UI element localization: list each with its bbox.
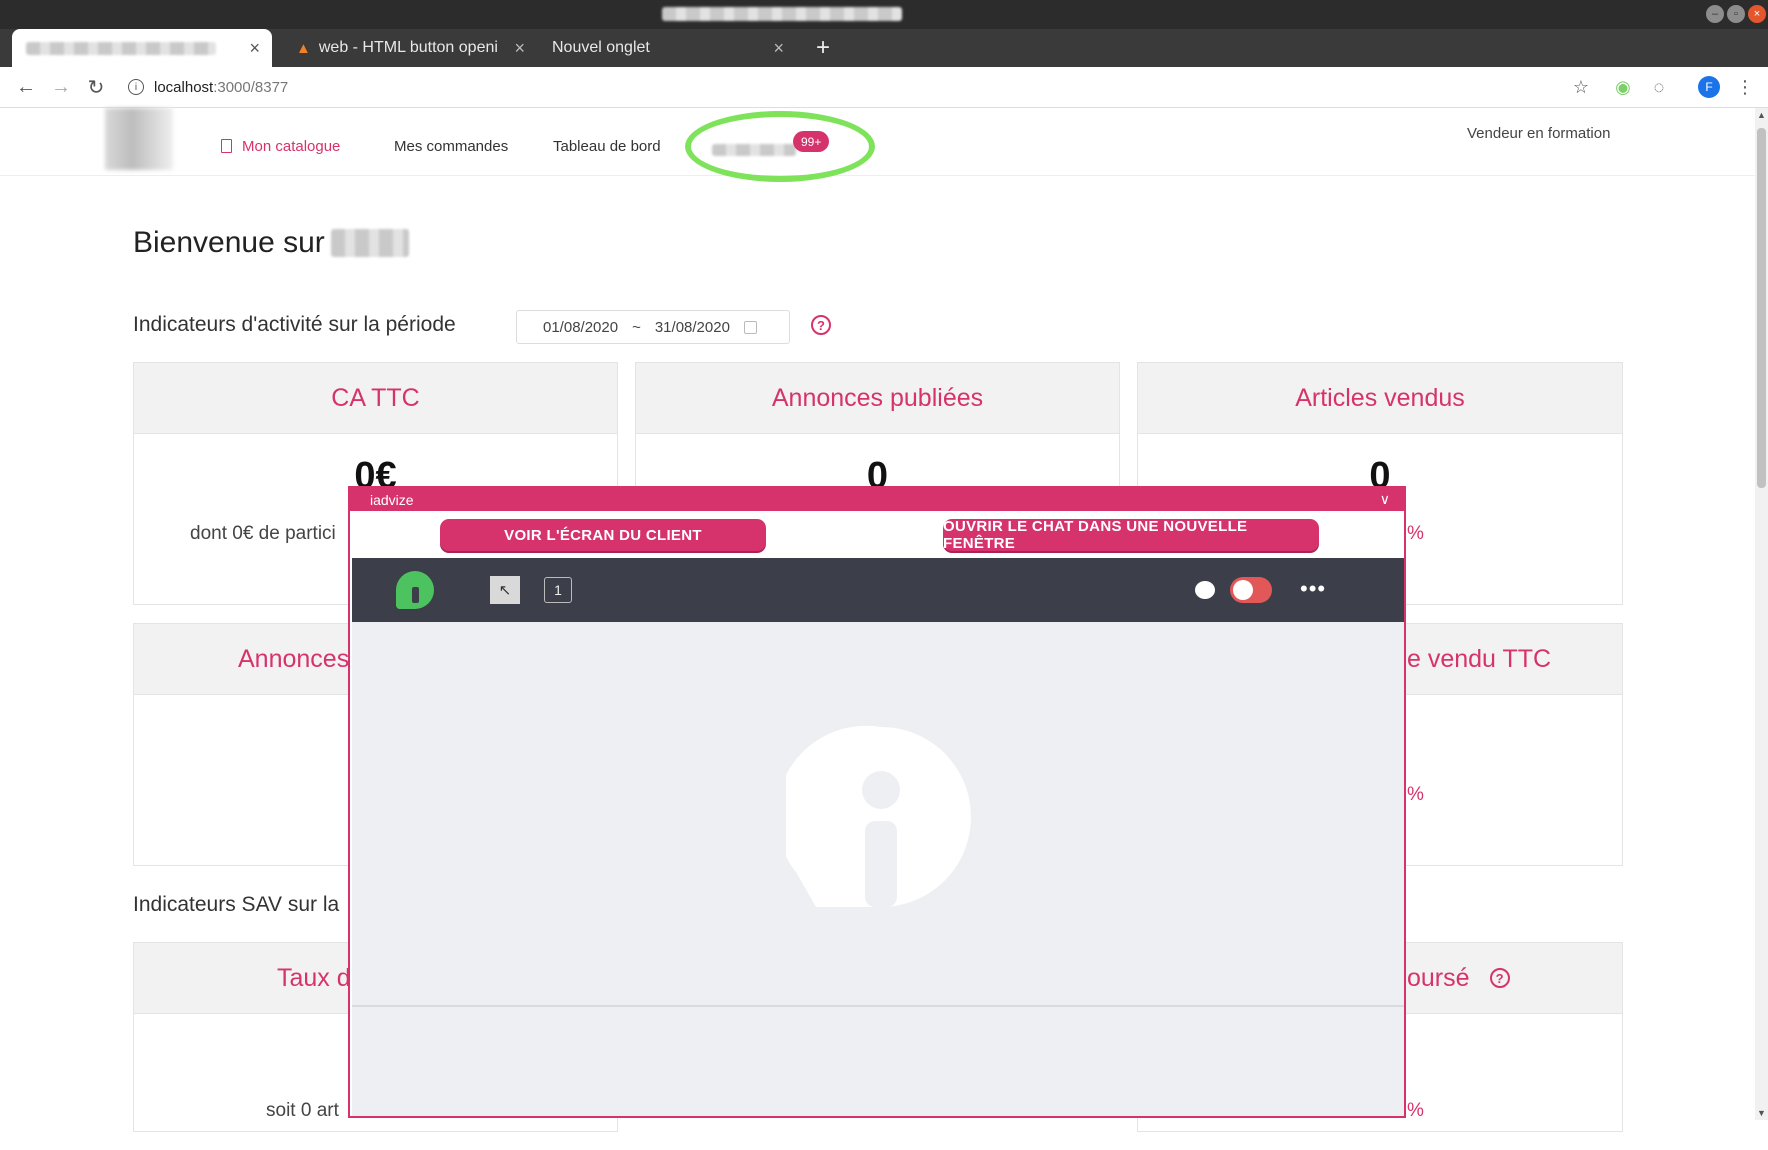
date-end[interactable]: 31/08/2020 [655,319,730,336]
calendar-icon[interactable] [743,320,757,334]
more-options-icon[interactable]: ••• [1300,576,1326,602]
nav-tableau-de-bord[interactable]: Tableau de bord [553,138,661,155]
date-separator: ~ [632,318,641,336]
profile-avatar[interactable]: F [1698,76,1720,98]
info-icon[interactable]: i [128,79,144,95]
back-icon[interactable]: ← [12,73,40,101]
reload-icon[interactable]: ↻ [82,73,110,101]
window-titlebar: – ▫ × [0,0,1768,29]
card-title: CA TTC [134,363,617,434]
scroll-up-icon[interactable]: ▲ [1755,108,1768,122]
close-tab-icon[interactable]: × [249,38,260,59]
cursor-icon[interactable]: ↖ [490,576,520,604]
ouvrir-chat-nouvelle-fenetre-button[interactable]: OUVRIR LE CHAT DANS UNE NOUVELLE FENÊTRE [943,518,1319,552]
window-title-blurred [662,7,902,21]
chevron-down-icon[interactable]: ∨ [1380,491,1390,508]
page: – ▫ × × ▲ web - HTML button openi × Nouv… [0,0,1768,1150]
site-name-blurred [330,229,409,257]
card-title-text: oursé [1407,963,1470,992]
sav-section-title: Indicateurs SAV sur la [133,893,340,916]
activity-section-title: Indicateurs d'activité sur la période [133,313,456,336]
site-logo[interactable] [105,108,173,170]
bookmark-star-icon[interactable]: ☆ [1569,75,1593,99]
annotation-highlight-ellipse [685,111,875,182]
iadvize-content [352,622,1404,1116]
iadvize-panel: iadvize ∨ VOIR L'ÉCRAN DU CLIENT OUVRIR … [348,486,1406,1118]
help-icon[interactable]: ? [811,315,831,335]
extension-icon-2[interactable]: ◌ [1647,75,1671,99]
welcome-text: Bienvenue sur [133,226,325,259]
close-window-icon[interactable]: × [1748,5,1766,23]
tab-html-button[interactable]: ▲ web - HTML button openi × [282,29,537,67]
card-subtext: soit 0 art [266,1100,339,1121]
card-title: Annonces publiées [636,363,1119,434]
close-tab-icon[interactable]: × [773,38,784,59]
tab-title: Nouvel onglet [552,39,650,56]
tab-current[interactable]: × [12,29,272,67]
date-range-picker[interactable]: 01/08/2020 ~ 31/08/2020 [516,310,790,344]
help-icon[interactable]: ? [1489,968,1510,988]
tab-strip: × ▲ web - HTML button openi × Nouvel ong… [0,29,1768,67]
page-title: Bienvenue sur [133,226,409,260]
extension-icon[interactable]: ◉ [1611,75,1635,99]
card-percent: % [1407,1100,1424,1121]
catalogue-icon [221,139,232,153]
chat-bubble-icon [1195,581,1215,599]
url-host: localhost [154,78,214,96]
seller-status: Vendeur en formation [1467,125,1611,142]
availability-toggle[interactable] [1230,577,1272,603]
nav-mon-catalogue[interactable]: Mon catalogue [221,138,340,155]
new-tab-button[interactable]: + [806,29,840,67]
page-scrollbar[interactable]: ▲ ▼ [1755,108,1768,1120]
url-path: :3000/8377 [213,78,289,96]
date-start[interactable]: 01/08/2020 [543,319,618,336]
browser-toolbar: ← → ↻ i localhost:3000/8377 ☆ ◉ ◌ F ⋮ [0,67,1768,108]
tab-title-blurred [26,41,216,55]
nav-label: Mon catalogue [242,138,341,155]
minimize-icon[interactable]: – [1706,5,1724,23]
stackoverflow-icon: ▲ [296,39,311,57]
nav-mes-commandes[interactable]: Mes commandes [394,138,508,155]
iadvize-panel-header[interactable]: iadvize ∨ [350,488,1404,511]
iadvize-watermark-icon [786,725,971,907]
card-title: Articles vendus [1138,363,1622,434]
menu-kebab-icon[interactable]: ⋮ [1733,75,1757,99]
site-header: Mon catalogue Mes commandes Tableau de b… [0,108,1755,176]
tab-new[interactable]: Nouvel onglet × [538,29,796,67]
iadvize-divider [352,1005,1404,1007]
card-percent: % [1407,784,1424,805]
scroll-thumb[interactable] [1757,128,1766,488]
tab-title: web - HTML button openi [318,39,498,56]
address-bar[interactable]: i localhost:3000/8377 [128,73,288,101]
card-subtext: dont 0€ de partici [190,523,336,544]
voir-ecran-client-button[interactable]: VOIR L'ÉCRAN DU CLIENT [440,519,766,551]
forward-icon[interactable]: → [47,73,75,101]
maximize-icon[interactable]: ▫ [1727,5,1745,23]
close-tab-icon[interactable]: × [514,38,525,59]
iadvize-logo-icon [396,571,434,609]
iadvize-title: iadvize [370,491,414,508]
iadvize-toolbar: ↖ 1 ••• [352,558,1404,622]
conversation-count[interactable]: 1 [544,577,572,603]
scroll-down-icon[interactable]: ▼ [1755,1106,1768,1120]
card-percent: % [1407,523,1424,544]
